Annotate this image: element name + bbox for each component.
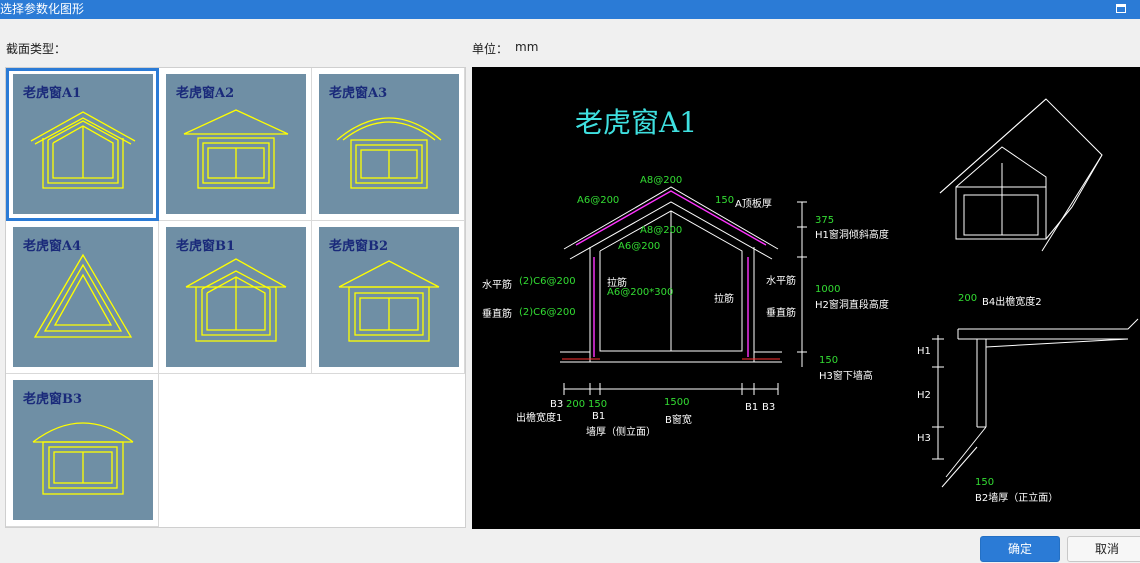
dormer-a4-icon	[33, 253, 133, 338]
section-type-grid: 老虎窗A1 老虎窗A2 老虎窗A3 老虎窗A4 老虎窗B1 老虎窗B2 老虎窗B…	[5, 67, 466, 528]
dim-150: 150	[588, 399, 608, 410]
thumbnail-image: 老虎窗B2	[319, 227, 459, 367]
thumbnail-b3[interactable]: 老虎窗B3	[6, 374, 159, 527]
dormer-a3-icon	[336, 117, 442, 189]
thumbnail-a1[interactable]: 老虎窗A1	[6, 68, 159, 221]
window-title: 选择参数化图形	[0, 2, 85, 16]
horiz-bar-left-spec: (2)C6@200	[519, 276, 576, 287]
thumbnail-image: 老虎窗B3	[13, 380, 153, 520]
vert-bar-left-spec: (2)C6@200	[519, 307, 576, 318]
rebar-a6-left: A6@200	[577, 195, 620, 206]
cancel-button[interactable]: 取消	[1067, 536, 1140, 562]
dormer-b3-icon	[32, 422, 134, 495]
dormer-b1-icon	[185, 258, 287, 342]
roof-thick-label: A顶板厚	[735, 199, 772, 210]
b1-right-label: B1	[745, 402, 759, 413]
dim-200: 200	[566, 399, 586, 410]
title-bar: 选择参数化图形	[0, 0, 1140, 19]
b1-left-label: B1	[592, 411, 606, 422]
maximize-icon[interactable]	[1116, 4, 1126, 13]
h2-front-label: H2	[917, 390, 931, 401]
dormer-a1-icon	[30, 111, 136, 189]
thumbnail-image: 老虎窗A1	[13, 74, 153, 214]
thumbnail-image: 老虎窗B1	[166, 227, 306, 367]
unit-value: mm	[515, 40, 539, 54]
unit-label: 单位：	[472, 42, 509, 56]
vert-bar-right-label: 垂直筋	[766, 308, 796, 319]
h3-label: H3窗下墙高	[819, 371, 873, 382]
h3-value: 150	[819, 355, 839, 366]
thumbnail-image: 老虎窗A2	[166, 74, 306, 214]
rebar-a8-top: A8@200	[640, 175, 683, 186]
h3-front-label: H3	[917, 433, 931, 444]
section-type-label: 截面类型：	[6, 42, 67, 56]
dim-200-b4: 200	[958, 293, 978, 304]
dormer-b2-icon	[338, 260, 440, 342]
b2-label: B2墙厚（正立面）	[975, 493, 1059, 504]
h1-label: H1窗洞倾斜高度	[815, 230, 889, 241]
h2-value: 1000	[815, 284, 841, 295]
thumbnail-a2[interactable]: 老虎窗A2	[159, 68, 312, 221]
rebar-a8-mid: A8@200	[640, 225, 683, 236]
dim-150-b2: 150	[975, 477, 995, 488]
h1-value: 375	[815, 215, 835, 226]
thumbnail-b1[interactable]: 老虎窗B1	[159, 221, 312, 374]
thumbnail-a4[interactable]: 老虎窗A4	[6, 221, 159, 374]
b-window-width-label: B窗宽	[665, 415, 692, 426]
thumbnail-image: 老虎窗A3	[319, 74, 459, 214]
b3-right-label: B3	[762, 402, 776, 413]
b4-label: B4出檐宽度2	[982, 297, 1042, 308]
thumbnail-image: 老虎窗A4	[13, 227, 153, 367]
h1-front-label: H1	[917, 346, 931, 357]
thumbnail-a3[interactable]: 老虎窗A3	[312, 68, 465, 221]
rebar-a6-mid: A6@200	[618, 241, 661, 252]
wall-thick-side-label: 墙厚（侧立面）	[586, 427, 656, 438]
vert-bar-left-label: 垂直筋	[482, 309, 512, 320]
horiz-bar-left-label: 水平筋	[482, 280, 512, 291]
eave-width-label: 出檐宽度1	[516, 413, 563, 424]
thumbnail-b2[interactable]: 老虎窗B2	[312, 221, 465, 374]
dormer-a2-icon	[183, 109, 289, 189]
roof-thick-value: 150	[715, 195, 735, 206]
tie-bar-spec: A6@200*300	[607, 287, 674, 298]
ok-button[interactable]: 确定	[980, 536, 1060, 562]
tie-bar-right-label: 拉筋	[714, 294, 734, 305]
preview-drawing: 老虎窗A1 A8@200 A6@200 A8@200 A6@200 150 A顶…	[472, 67, 1140, 529]
dim-1500: 1500	[664, 397, 690, 408]
horiz-bar-right-label: 水平筋	[766, 276, 796, 287]
h2-label: H2窗洞直段高度	[815, 300, 889, 311]
